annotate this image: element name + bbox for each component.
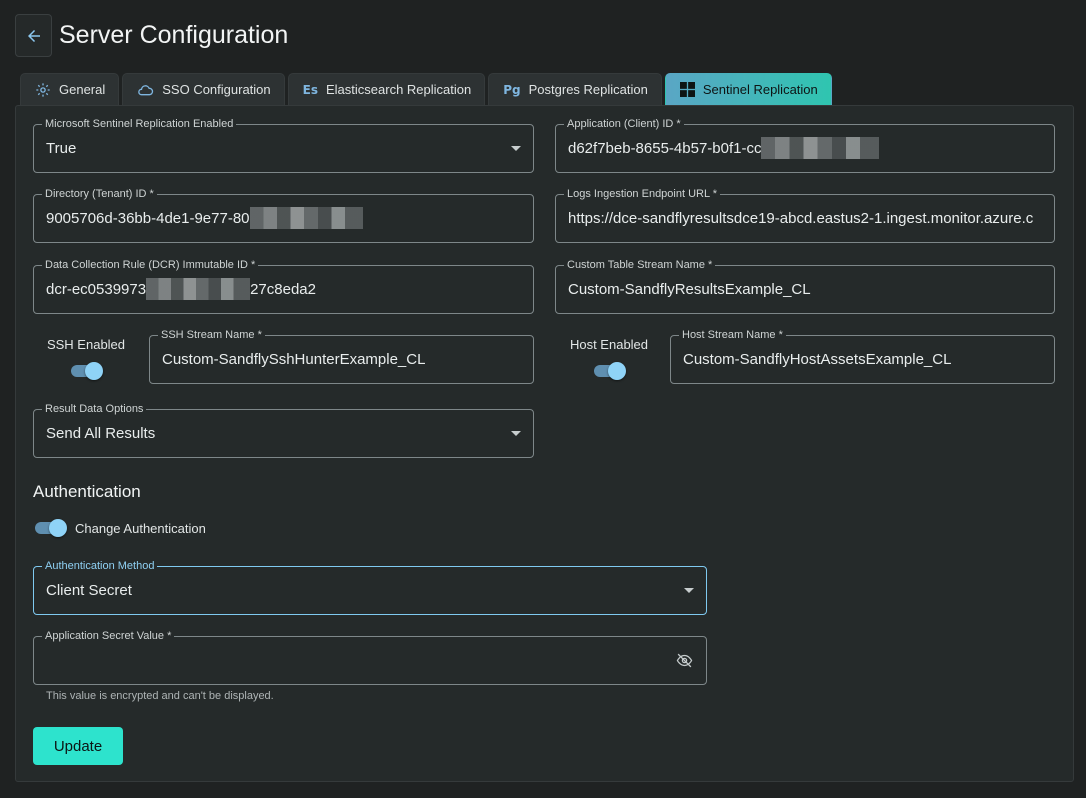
tenant-id-field[interactable]: Directory (Tenant) ID * 9005706d-36bb-4d… xyxy=(33,187,534,243)
sentinel-enabled-select[interactable]: Microsoft Sentinel Replication Enabled T… xyxy=(33,117,534,173)
change-auth-label: Change Authentication xyxy=(75,520,206,536)
toggle-knob xyxy=(608,362,626,380)
change-auth-toggle-row: Change Authentication xyxy=(33,517,206,539)
tab-label: SSO Configuration xyxy=(162,82,271,97)
header: Server Configuration xyxy=(15,14,288,57)
field-label: Application Secret Value * xyxy=(42,629,175,643)
field-value: True xyxy=(46,140,77,157)
tab-sentinel-replication[interactable]: Sentinel Replication xyxy=(664,73,832,105)
page-title: Server Configuration xyxy=(59,21,289,49)
tab-general[interactable]: General xyxy=(20,73,120,105)
field-value: Send All Results xyxy=(46,425,156,442)
tab-bar: General SSO Configuration Es Elasticsear… xyxy=(20,73,832,105)
client-id-field[interactable]: Application (Client) ID * d62f7beb-8655-… xyxy=(555,117,1055,173)
field-value: d62f7beb-8655-4b57-b0f1-cc xyxy=(568,140,762,157)
field-value-wrap: dcr-ec0539973 27c8eda2 xyxy=(46,266,316,313)
tab-sso-configuration[interactable]: SSO Configuration xyxy=(122,73,285,105)
tab-label: Sentinel Replication xyxy=(702,82,818,97)
auth-method-select[interactable]: Authentication Method Client Secret xyxy=(33,559,707,615)
redaction-block xyxy=(146,277,251,300)
redaction-block xyxy=(249,206,363,229)
tab-postgres-replication[interactable]: Pg Postgres Replication xyxy=(488,73,662,105)
field-value-end: 27c8eda2 xyxy=(250,281,316,298)
host-enabled-label: Host Enabled xyxy=(569,337,649,352)
caret-down-icon xyxy=(511,146,521,151)
cloud-lock-icon xyxy=(138,84,154,95)
table-stream-field[interactable]: Custom Table Stream Name * Custom-Sandfl… xyxy=(555,258,1055,314)
dcr-id-field[interactable]: Data Collection Rule (DCR) Immutable ID … xyxy=(33,258,534,314)
toggle-knob xyxy=(85,362,103,380)
ssh-stream-field[interactable]: SSH Stream Name * Custom-SandflySshHunte… xyxy=(149,328,534,384)
ssh-enabled-label: SSH Enabled xyxy=(46,337,126,352)
host-stream-field[interactable]: Host Stream Name * Custom-SandflyHostAss… xyxy=(670,328,1055,384)
endpoint-url-field[interactable]: Logs Ingestion Endpoint URL * https://dc… xyxy=(555,187,1055,243)
tab-label: Postgres Replication xyxy=(528,82,648,97)
field-value-wrap: 9005706d-36bb-4de1-9e77-80 xyxy=(46,195,363,242)
postgres-icon: Pg xyxy=(503,82,521,97)
field-value: Custom-SandflyResultsExample_CL xyxy=(568,281,811,298)
field-value-start: dcr-ec0539973 xyxy=(46,281,147,298)
gear-icon xyxy=(36,82,50,97)
redaction-block xyxy=(761,136,880,159)
result-options-select[interactable]: Result Data Options Send All Results xyxy=(33,402,534,458)
field-value-wrap: d62f7beb-8655-4b57-b0f1-cc xyxy=(568,125,880,172)
eye-off-icon[interactable] xyxy=(676,652,693,669)
back-button[interactable] xyxy=(15,14,52,57)
caret-down-icon xyxy=(684,588,694,593)
tab-label: General xyxy=(59,82,106,97)
change-auth-toggle[interactable] xyxy=(33,517,67,539)
secret-value-field[interactable]: Application Secret Value * xyxy=(33,629,707,685)
authentication-heading: Authentication xyxy=(33,482,141,501)
field-value: 9005706d-36bb-4de1-9e77-80 xyxy=(46,210,250,227)
host-enabled-toggle[interactable] xyxy=(592,360,626,382)
field-value: Custom-SandflyHostAssetsExample_CL xyxy=(683,351,952,368)
ssh-enabled-toggle[interactable] xyxy=(69,360,103,382)
tab-elasticsearch-replication[interactable]: Es Elasticsearch Replication xyxy=(287,73,486,105)
elasticsearch-icon: Es xyxy=(302,82,318,97)
caret-down-icon xyxy=(511,431,521,436)
secret-helper-text: This value is encrypted and can't be dis… xyxy=(46,690,274,702)
host-enabled-switch-group: Host Enabled xyxy=(565,337,653,382)
update-button[interactable]: Update xyxy=(33,727,123,765)
field-value: Custom-SandflySshHunterExample_CL xyxy=(162,351,426,368)
tab-label: Elasticsearch Replication xyxy=(326,82,472,97)
ssh-enabled-switch-group: SSH Enabled xyxy=(43,337,129,382)
field-value: https://dce-sandflyresultsdce19-abcd.eas… xyxy=(568,210,1034,227)
field-value: Client Secret xyxy=(46,582,132,599)
toggle-knob xyxy=(49,519,67,537)
arrow-left-icon xyxy=(27,29,40,42)
windows-icon xyxy=(679,82,695,97)
